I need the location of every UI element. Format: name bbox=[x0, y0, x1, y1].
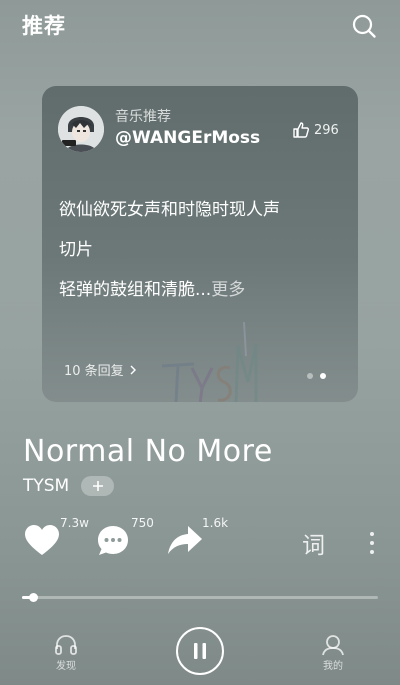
top-bar: 推荐 bbox=[0, 0, 400, 52]
search-button[interactable] bbox=[350, 12, 378, 40]
share-count: 1.6k bbox=[202, 516, 229, 530]
more-vertical-icon bbox=[370, 532, 374, 554]
more-options-button[interactable] bbox=[366, 530, 378, 556]
like-count: 7.3w bbox=[60, 516, 89, 530]
pause-button[interactable] bbox=[176, 627, 224, 675]
headphones-icon bbox=[55, 635, 77, 655]
thumbs-up-icon bbox=[293, 122, 309, 138]
like-button[interactable] bbox=[24, 524, 62, 558]
user-icon bbox=[322, 635, 344, 656]
follow-artist-button[interactable] bbox=[81, 476, 114, 496]
card-text-line: 欲仙欲死女声和时隐时现人声 bbox=[59, 200, 280, 220]
replies-link[interactable]: 10 条回复 bbox=[64, 360, 138, 379]
comment-button[interactable] bbox=[96, 524, 134, 558]
pause-icon bbox=[194, 643, 206, 659]
comment-icon bbox=[98, 526, 128, 555]
page-indicator-dot bbox=[307, 373, 313, 379]
nav-discover-label: 发现 bbox=[56, 661, 76, 672]
progress-thumb[interactable] bbox=[28, 593, 38, 602]
plus-icon bbox=[92, 481, 103, 491]
card-category-label: 音乐推荐 bbox=[115, 109, 171, 125]
chevron-right-icon bbox=[130, 365, 136, 374]
album-art-watermark bbox=[152, 316, 262, 402]
card-like-count: 296 bbox=[314, 122, 339, 138]
card-text-line: 轻弹的鼓组和清脆...更多 bbox=[59, 270, 349, 310]
search-icon bbox=[352, 14, 376, 38]
card-text-line: 切片 bbox=[59, 240, 93, 260]
card-text-line: 轻弹的鼓组和清脆... bbox=[59, 280, 212, 300]
card-like-button[interactable]: 296 bbox=[292, 120, 339, 140]
nav-discover[interactable]: 发现 bbox=[46, 634, 86, 674]
song-title: Normal No More bbox=[23, 434, 273, 469]
page-title: 推荐 bbox=[22, 14, 66, 38]
song-artist[interactable]: TYSM bbox=[23, 476, 69, 496]
more-link[interactable]: 更多 bbox=[211, 280, 245, 300]
progress-bar[interactable] bbox=[22, 593, 378, 602]
lyrics-button[interactable]: 词 bbox=[302, 526, 325, 560]
nav-mine-label: 我的 bbox=[323, 661, 343, 672]
author-avatar[interactable] bbox=[58, 106, 104, 152]
page-indicator-dot-active bbox=[320, 373, 326, 379]
card-text: 欲仙欲死女声和时隐时现人声 切片 轻弹的鼓组和清脆...更多 bbox=[59, 190, 349, 310]
card-author-name[interactable]: @WANGErMoss bbox=[115, 128, 260, 148]
nav-mine[interactable]: 我的 bbox=[313, 634, 353, 674]
share-icon bbox=[168, 526, 202, 554]
heart-icon bbox=[25, 525, 59, 555]
share-button[interactable] bbox=[167, 524, 205, 558]
comment-count: 750 bbox=[131, 516, 154, 530]
recommendation-card[interactable]: 音乐推荐 @WANGErMoss 296 欲仙欲死女声和时隐时现人声 切片 轻弹… bbox=[42, 86, 358, 402]
replies-label: 10 条回复 bbox=[64, 364, 124, 379]
